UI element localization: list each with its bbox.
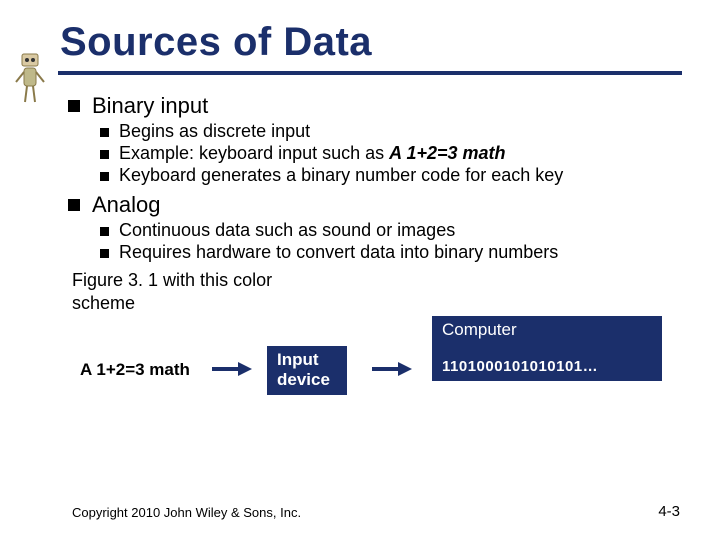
arrow-icon <box>212 362 252 376</box>
square-bullet-icon <box>100 227 109 236</box>
sub-bullet-label: Continuous data such as sound or images <box>119 220 455 241</box>
bullet-label: Analog <box>92 192 161 218</box>
bullet-binary-input: Binary input Begins as discrete input Ex… <box>68 93 680 186</box>
figure-caption: Figure 3. 1 with this color scheme <box>72 269 292 314</box>
sub-bullet: Requires hardware to convert data into b… <box>100 242 680 263</box>
sub-bullet: Begins as discrete input <box>100 121 680 142</box>
arrow-icon <box>372 362 412 376</box>
diagram-input-text: A 1+2=3 math <box>80 360 190 380</box>
example-prefix: Example: keyboard input such as <box>119 143 389 163</box>
sub-bullet: Continuous data such as sound or images <box>100 220 680 241</box>
bullet-list: Binary input Begins as discrete input Ex… <box>60 93 680 263</box>
sub-bullet: Example: keyboard input such as A 1+2=3 … <box>100 143 680 164</box>
diagram-computer-box: Computer 1101000101010101… <box>432 316 662 381</box>
sub-bullet: Keyboard generates a binary number code … <box>100 165 680 186</box>
sub-bullet-label: Begins as discrete input <box>119 121 310 142</box>
sub-bullet-label: Example: keyboard input such as A 1+2=3 … <box>119 143 506 164</box>
slide-title: Sources of Data <box>60 20 680 65</box>
square-bullet-icon <box>68 199 80 211</box>
square-bullet-icon <box>100 128 109 137</box>
page-number: 4-3 <box>658 503 680 520</box>
mascot-icon <box>10 48 50 108</box>
diagram-input-device-box: Input device <box>267 346 347 395</box>
slide: Sources of Data Binary input Begins as d… <box>0 0 720 540</box>
example-italic: A 1+2=3 math <box>389 143 505 163</box>
diagram-bits: 1101000101010101… <box>432 342 662 381</box>
diagram: A 1+2=3 math Input device Computer 11010… <box>72 322 680 432</box>
sub-bullet-label: Keyboard generates a binary number code … <box>119 165 563 186</box>
sub-bullet-label: Requires hardware to convert data into b… <box>119 242 558 263</box>
bullet-label: Binary input <box>92 93 208 119</box>
square-bullet-icon <box>100 150 109 159</box>
bullet-analog: Analog Continuous data such as sound or … <box>68 192 680 263</box>
square-bullet-icon <box>100 172 109 181</box>
copyright-text: Copyright 2010 John Wiley & Sons, Inc. <box>72 505 301 520</box>
square-bullet-icon <box>100 249 109 258</box>
diagram-computer-label: Computer <box>432 316 662 342</box>
square-bullet-icon <box>68 100 80 112</box>
title-rule <box>58 71 682 75</box>
